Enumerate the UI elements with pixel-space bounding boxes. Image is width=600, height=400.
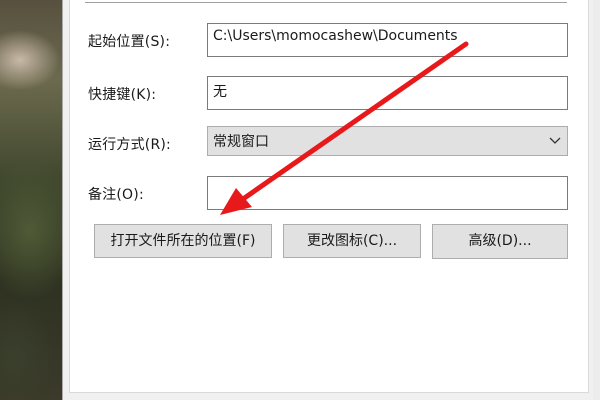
- screenshot-root: 起始位置(S): C:\Users\momocashew\Documents 快…: [0, 0, 600, 400]
- section-divider: [85, 2, 567, 3]
- run-mode-select[interactable]: 常规窗口: [207, 126, 568, 156]
- run-label: 运行方式(R):: [88, 137, 171, 153]
- run-mode-value: 常规窗口: [213, 134, 269, 150]
- start-in-label: 起始位置(S):: [88, 34, 171, 50]
- open-file-location-button[interactable]: 打开文件所在的位置(F): [94, 224, 272, 258]
- shortcut-key-field[interactable]: 无: [207, 76, 568, 110]
- shortcut-key-label: 快捷键(K):: [88, 87, 157, 103]
- start-in-field[interactable]: C:\Users\momocashew\Documents: [207, 23, 568, 57]
- comment-field[interactable]: [207, 176, 568, 210]
- desktop-background: [0, 0, 62, 400]
- desktop-background-right: [593, 0, 600, 400]
- change-icon-button[interactable]: 更改图标(C)...: [283, 224, 421, 258]
- comment-label: 备注(O):: [88, 187, 144, 203]
- advanced-button[interactable]: 高级(D)...: [432, 224, 568, 259]
- chevron-down-icon: [549, 137, 561, 144]
